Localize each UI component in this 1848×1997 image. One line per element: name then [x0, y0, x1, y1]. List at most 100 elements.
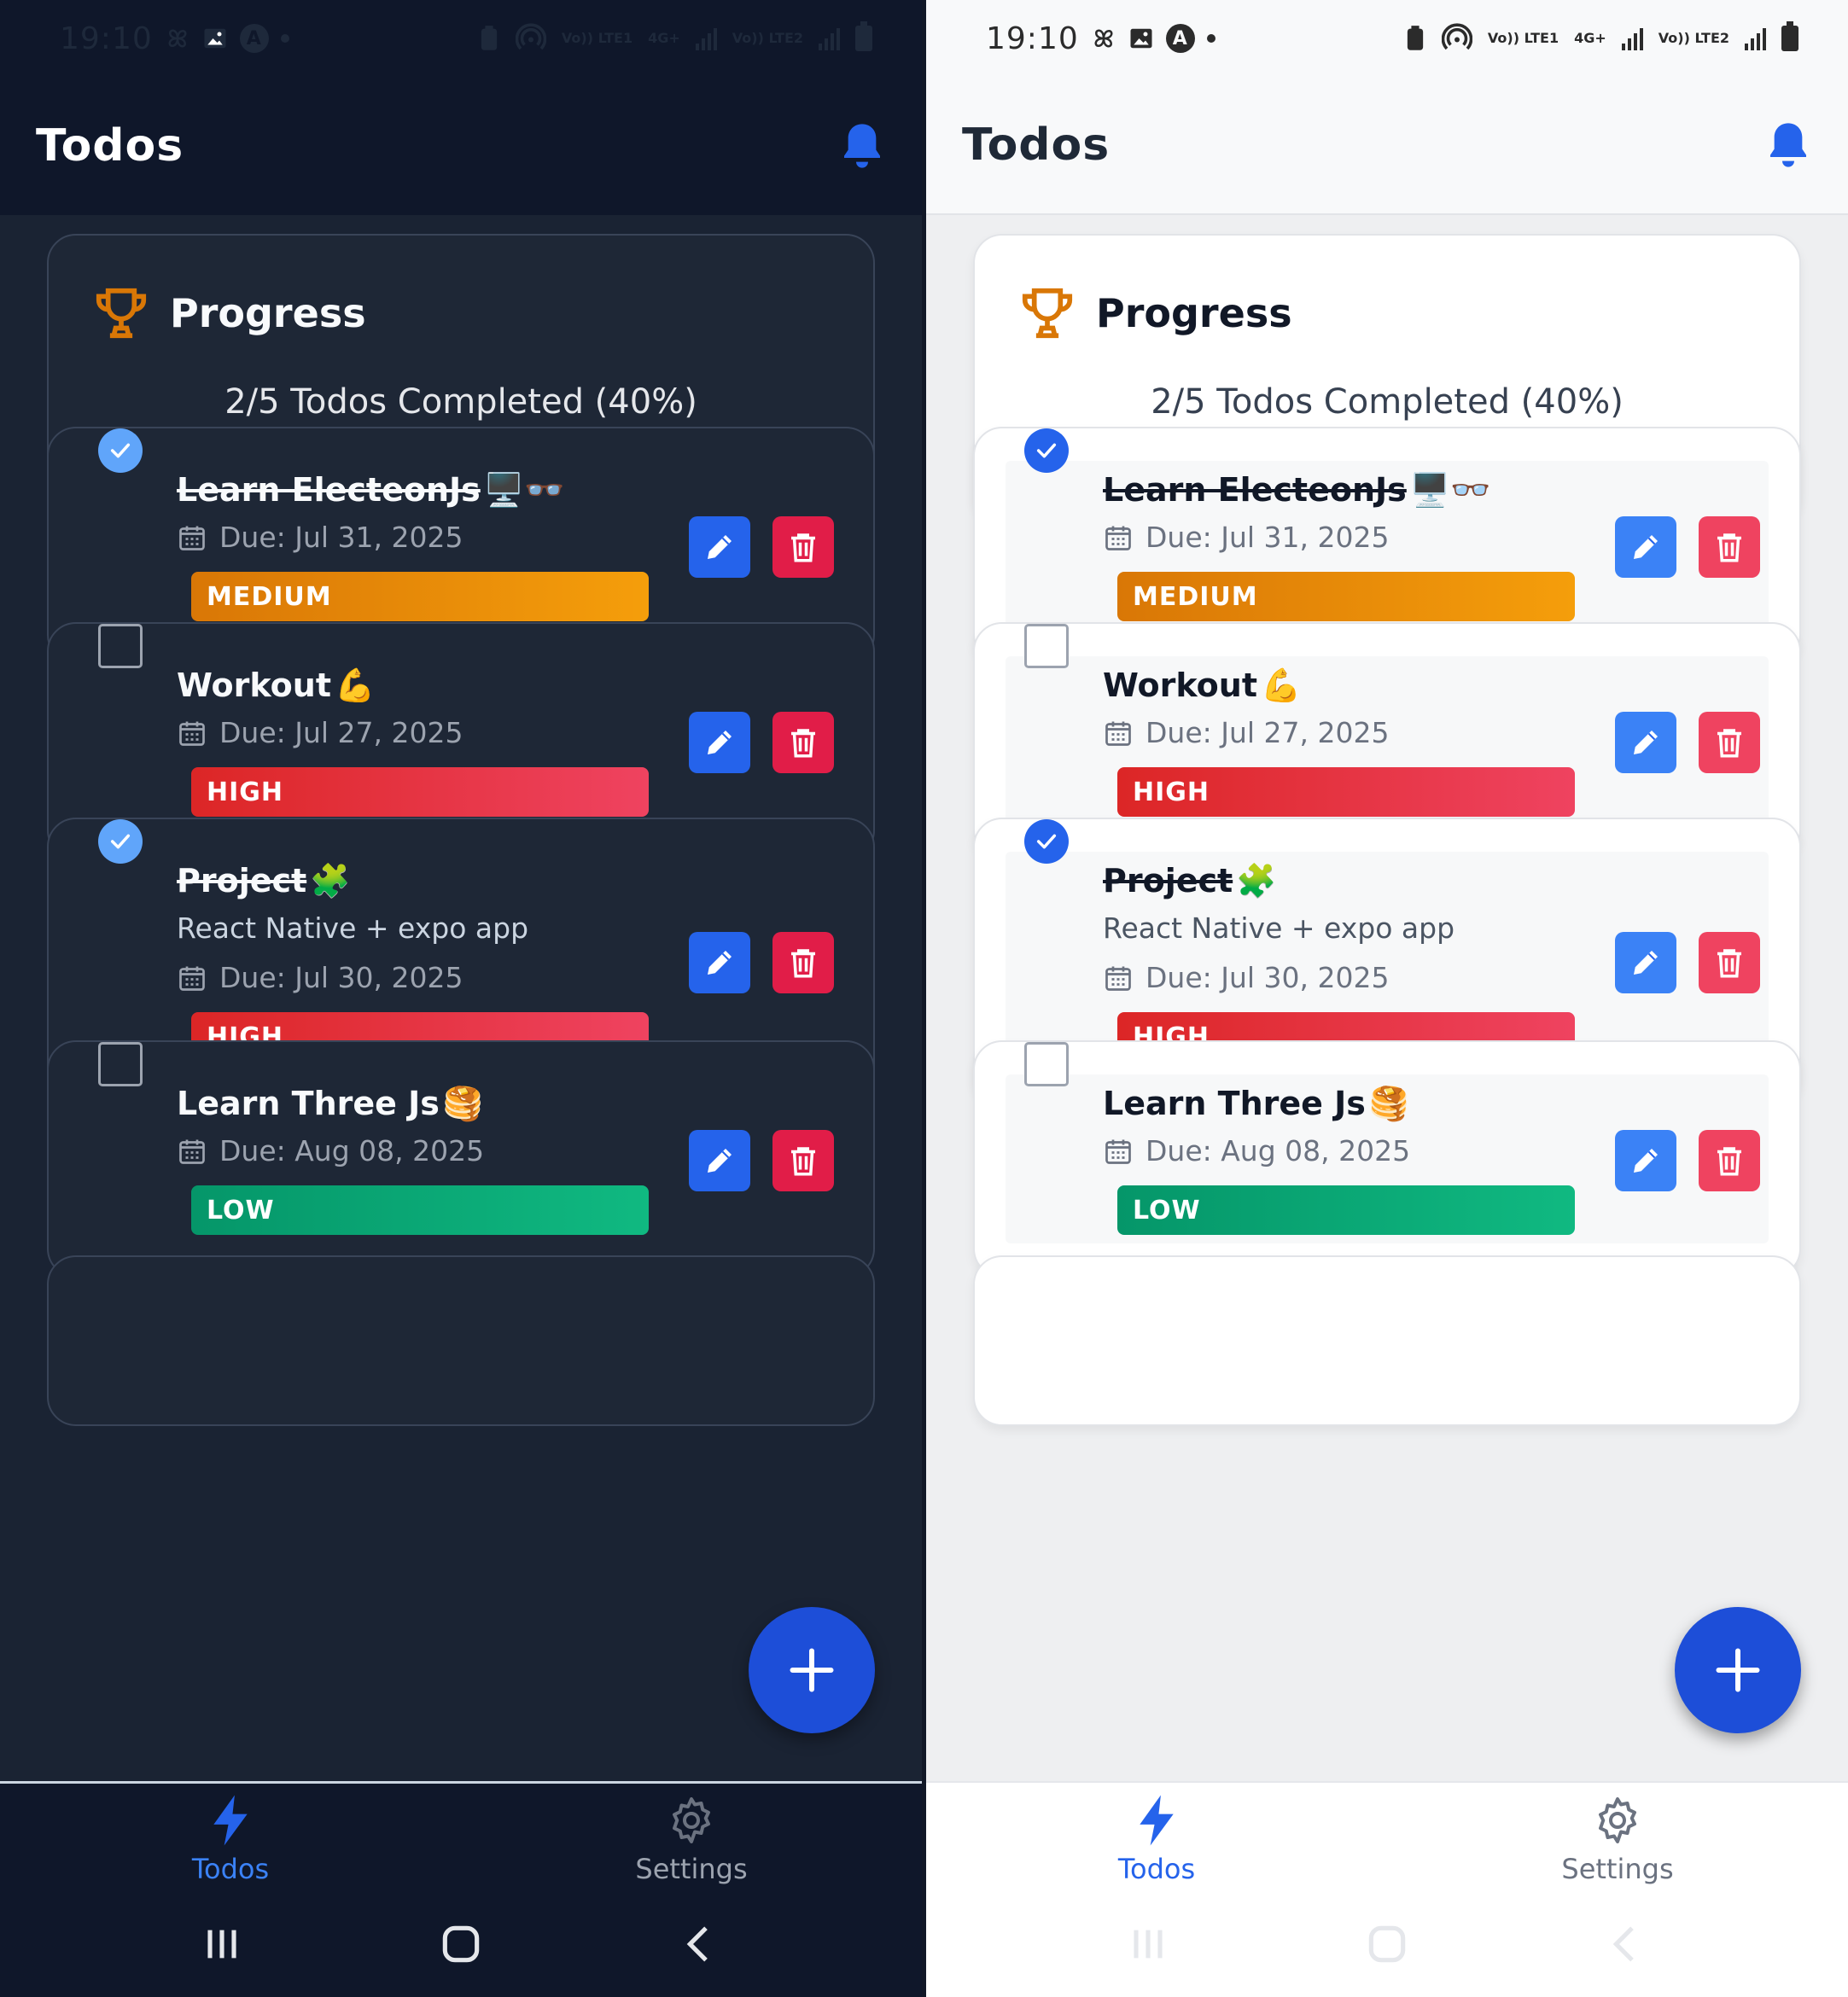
edit-button[interactable]: [689, 516, 750, 578]
todo-list-scroll[interactable]: Progress 2/5 Todos Completed (40%) Learn…: [0, 215, 922, 1781]
progress-summary: 2/5 Todos Completed (40%): [1151, 382, 1624, 422]
checkbox-checked[interactable]: [1024, 819, 1069, 864]
todo-emoji: 🖥️👓: [1409, 471, 1491, 509]
app-header: Todos: [926, 77, 1848, 215]
check-icon: [1036, 443, 1057, 458]
todo-emoji: 🖥️👓: [483, 471, 565, 509]
trophy-icon: [96, 288, 147, 339]
todo-card[interactable]: Learn Three Js 🥞 Due: Aug 08, 2025 LOW: [47, 1040, 875, 1278]
pencil-icon: [1634, 535, 1658, 559]
todo-due-date: Due: Jul 30, 2025: [177, 961, 463, 994]
pencil-icon: [708, 535, 732, 559]
bottom-tab-bar: Todos Settings: [0, 1781, 922, 1895]
todo-title-text: Workout: [177, 667, 331, 704]
checkbox-checked[interactable]: [98, 819, 143, 864]
checkbox-unchecked[interactable]: [1024, 1042, 1069, 1086]
bottom-tab-bar: Todos Settings: [926, 1781, 1848, 1895]
calendar-icon: [1105, 721, 1131, 746]
delete-button[interactable]: [772, 1130, 834, 1191]
home-button[interactable]: [437, 1920, 485, 1971]
edit-button[interactable]: [689, 712, 750, 773]
home-button[interactable]: [1363, 1920, 1411, 1971]
trash-icon: [1717, 1147, 1741, 1176]
bell-icon[interactable]: [1764, 118, 1812, 172]
tab-settings[interactable]: Settings: [1387, 1783, 1848, 1895]
delete-button[interactable]: [1699, 516, 1760, 578]
progress-header: Progress: [91, 285, 366, 341]
edit-button[interactable]: [689, 1130, 750, 1191]
todo-title: Learn Three Js 🥞: [177, 1085, 483, 1123]
todo-title-text: Learn Three Js: [1103, 1085, 1366, 1122]
edit-button[interactable]: [1615, 516, 1676, 578]
fan-icon: [165, 26, 190, 51]
delete-button[interactable]: [772, 712, 834, 773]
pencil-icon: [708, 731, 732, 754]
tab-todos[interactable]: Todos: [926, 1783, 1387, 1895]
app-a-icon: A: [239, 24, 269, 53]
todo-emoji: 🥞: [442, 1085, 484, 1122]
todo-card[interactable]: Learn Three Js 🥞 Due: Aug 08, 2025 LOW: [973, 1040, 1801, 1278]
battery-saver-icon: [1404, 25, 1426, 52]
todo-due-date: Due: Aug 08, 2025: [1103, 1134, 1410, 1167]
tab-settings-label: Settings: [635, 1853, 748, 1885]
todo-list-scroll[interactable]: Progress 2/5 Todos Completed (40%) Learn…: [926, 215, 1848, 1781]
tab-todos[interactable]: Todos: [0, 1784, 461, 1895]
edit-button[interactable]: [1615, 712, 1676, 773]
add-todo-button[interactable]: [749, 1607, 875, 1733]
trash-icon: [791, 1147, 815, 1176]
trash-icon: [1717, 729, 1741, 758]
todo-title-text: Workout: [1103, 667, 1257, 704]
calendar-icon: [1105, 1139, 1131, 1164]
edit-button[interactable]: [1615, 932, 1676, 993]
recent-apps-button[interactable]: [198, 1920, 246, 1971]
checkbox-unchecked[interactable]: [98, 624, 143, 668]
hotspot-icon: [515, 23, 546, 54]
check-icon: [110, 834, 131, 849]
edit-button[interactable]: [1615, 1130, 1676, 1191]
todo-due-text: Due: Jul 30, 2025: [219, 961, 463, 994]
todo-title: Project 🧩: [1103, 862, 1277, 900]
todo-card-partial: [47, 1255, 875, 1426]
trash-icon: [791, 533, 815, 562]
todo-title-text: Learn ElecteonJs: [1103, 471, 1407, 509]
recent-apps-button[interactable]: [1124, 1920, 1172, 1971]
priority-badge: HIGH: [1117, 767, 1575, 817]
back-button[interactable]: [1602, 1920, 1650, 1971]
battery-icon: [1781, 21, 1798, 51]
delete-button[interactable]: [772, 932, 834, 993]
plus-icon: [790, 1648, 834, 1692]
checkbox-unchecked[interactable]: [1024, 624, 1069, 668]
todo-title: Workout 💪: [177, 667, 375, 705]
back-button[interactable]: [676, 1920, 724, 1971]
todo-title-text: Learn ElecteonJs: [177, 471, 481, 509]
progress-header: Progress: [1017, 285, 1292, 341]
status-bar: 19:10 A Vo)) LTE1 4G+ Vo)) LTE2: [926, 0, 1848, 77]
todo-description: React Native + expo app: [177, 911, 529, 945]
checkbox-checked[interactable]: [98, 428, 143, 473]
todo-emoji: 💪: [1260, 667, 1302, 704]
delete-button[interactable]: [1699, 712, 1760, 773]
todo-due-date: Due: Jul 31, 2025: [1103, 521, 1390, 554]
check-icon: [1036, 834, 1057, 849]
trophy-icon: [1022, 288, 1073, 339]
tab-settings[interactable]: Settings: [461, 1784, 922, 1895]
sim2-label: Vo)) LTE2: [1658, 30, 1729, 46]
app-a-icon: A: [1165, 24, 1195, 53]
edit-button[interactable]: [689, 932, 750, 993]
todo-due-date: Due: Jul 27, 2025: [1103, 716, 1390, 749]
tab-todos-label: Todos: [191, 1853, 270, 1885]
add-todo-button[interactable]: [1675, 1607, 1801, 1733]
bell-icon[interactable]: [838, 119, 886, 173]
todo-title: Learn Three Js 🥞: [1103, 1085, 1409, 1123]
checkbox-unchecked[interactable]: [98, 1042, 143, 1086]
page-title: Todos: [962, 119, 1111, 171]
todo-card-partial: [973, 1255, 1801, 1426]
calendar-icon: [179, 721, 205, 746]
page-title: Todos: [36, 120, 184, 172]
delete-button[interactable]: [1699, 932, 1760, 993]
app-header: Todos: [0, 77, 922, 215]
todo-description: React Native + expo app: [1103, 911, 1455, 945]
delete-button[interactable]: [772, 516, 834, 578]
checkbox-checked[interactable]: [1024, 428, 1069, 473]
delete-button[interactable]: [1699, 1130, 1760, 1191]
